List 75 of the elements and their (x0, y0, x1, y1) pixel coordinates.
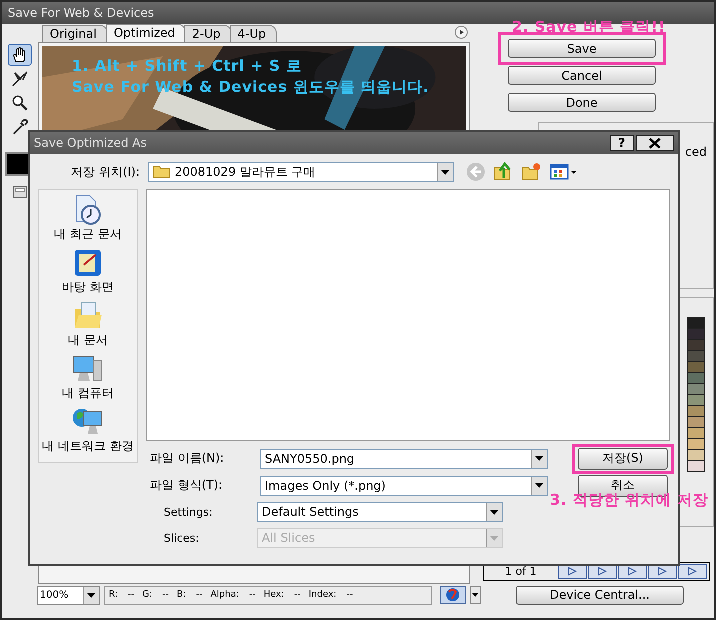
view-tab[interactable]: 2-Up (184, 25, 232, 42)
color-cell[interactable] (687, 317, 705, 329)
panel-label: ced (685, 145, 707, 159)
field-label: Settings: (163, 506, 214, 518)
folder-icon (153, 165, 171, 179)
view-tab[interactable]: Optimized (106, 24, 186, 42)
dropdown-field[interactable]: SANY0550.png (260, 448, 548, 468)
color-cell[interactable] (687, 449, 705, 461)
readout-value: -- (294, 590, 301, 600)
dropdown-arrow-icon (490, 536, 499, 540)
save-in-label: 저장 위치(I): (70, 164, 140, 180)
folder-dropdown[interactable]: 20081029 말라뮤트 구매 (148, 162, 454, 182)
dialog-button[interactable]: Save (508, 39, 656, 58)
dialog-button[interactable]: 저장(S) (578, 448, 668, 470)
browser-preview-icon[interactable] (440, 586, 466, 604)
readout-label: R: (109, 590, 118, 600)
dialog-title: Save Optimized As (34, 136, 147, 150)
readout-label: Alpha: (210, 590, 240, 600)
color-cell[interactable] (687, 427, 705, 439)
view-tab[interactable]: 4-Up (230, 25, 278, 42)
field-label: Slices: (163, 532, 200, 544)
dropdown-arrow-icon (535, 456, 544, 461)
color-cell[interactable] (687, 394, 705, 406)
new-folder-icon[interactable] (522, 162, 542, 182)
readout-label: G: (142, 590, 153, 600)
close-button[interactable] (636, 135, 674, 151)
readout-label: Index: (308, 590, 337, 600)
frame-counter: 1 of 1 (504, 565, 538, 578)
color-cell[interactable] (687, 460, 705, 472)
field-label: 파일 형식(T): (149, 477, 224, 494)
dropdown-arrow-icon (490, 510, 499, 514)
color-cell[interactable] (687, 339, 705, 351)
close-icon (648, 138, 662, 148)
panel-menu-icon[interactable] (455, 26, 468, 39)
tool-button[interactable] (8, 44, 32, 66)
readout-label: Hex: (264, 590, 284, 600)
up-folder-icon[interactable] (494, 162, 514, 182)
dialog-button[interactable]: Cancel (508, 66, 656, 85)
color-cell[interactable] (687, 438, 705, 450)
readout-value: -- (249, 590, 256, 600)
color-cell[interactable] (687, 372, 705, 384)
place-item[interactable]: 내 네트워크 환경 (42, 406, 134, 455)
dropdown-field[interactable]: Images Only (*.png) (260, 476, 548, 496)
readout-value: -- (128, 590, 135, 600)
eyedropper-icon (11, 118, 29, 136)
readout-label: B: (177, 590, 186, 600)
dropdown-field[interactable]: Default Settings (257, 502, 503, 522)
color-cell[interactable] (687, 416, 705, 428)
place-item[interactable]: 내 문서 (68, 300, 108, 349)
dropdown-arrow-icon (441, 170, 450, 174)
readout-value: -- (196, 590, 203, 600)
zoom-icon (11, 94, 29, 112)
frame-nav-icon[interactable] (678, 564, 707, 579)
place-item[interactable]: 내 최근 문서 (54, 194, 122, 243)
slice-visibility-icon[interactable] (13, 186, 27, 198)
color-cell[interactable] (687, 383, 705, 395)
device-central-button[interactable]: Device Central... (516, 586, 684, 604)
instruction-caption: 1. Alt + Shift + Ctrl + S 로 (72, 56, 303, 77)
readout-value: -- (162, 590, 170, 600)
view-tab[interactable]: Original (42, 25, 108, 42)
slice-select-icon (11, 70, 29, 88)
place-item[interactable]: 바탕 화면 (62, 247, 114, 296)
color-cell[interactable] (687, 350, 705, 362)
place-item[interactable]: 내 컴퓨터 (62, 353, 114, 402)
field-label: 파일 이름(N): (149, 450, 226, 467)
help-button[interactable]: ? (610, 135, 634, 151)
dropdown-arrow-icon (87, 592, 96, 598)
readout-value: -- (346, 590, 354, 600)
zoom-dropdown[interactable]: 100% (37, 586, 100, 604)
color-cell[interactable] (687, 405, 705, 417)
color-cell[interactable] (687, 328, 705, 340)
dialog-button[interactable]: Done (508, 93, 656, 112)
view-menu-icon[interactable] (550, 162, 578, 182)
color-cell[interactable] (687, 361, 705, 373)
dropdown-arrow-icon (535, 483, 544, 488)
